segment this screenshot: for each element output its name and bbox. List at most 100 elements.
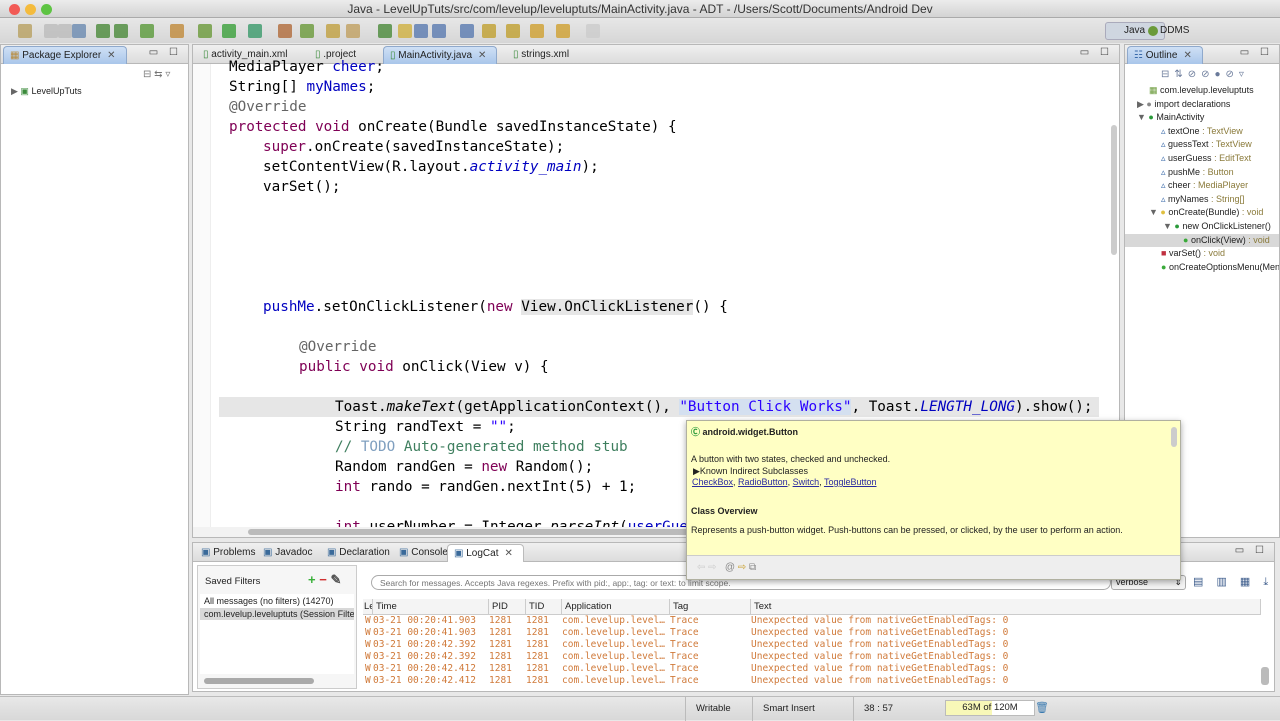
expand-arrow-icon[interactable]: ▼ <box>1137 112 1148 122</box>
toolbar-button-icon[interactable] <box>460 24 474 38</box>
javadoc-icon[interactable]: @ <box>725 562 735 573</box>
link-radiobutton[interactable]: RadioButton <box>738 477 788 487</box>
outline-item[interactable]: ▦ com.levelup.leveluptuts <box>1149 84 1279 97</box>
column-header-tag[interactable]: Tag <box>670 599 751 615</box>
view-window-buttons[interactable]: ▭ ☐ <box>1240 47 1273 58</box>
log-row[interactable]: W 03-21 00:20:41.903 1281 1281 com.levelup.l… <box>363 627 1261 639</box>
view-window-buttons[interactable]: ▭ ☐ <box>149 47 182 58</box>
tab-problems[interactable]: ▣ Problems <box>195 544 265 562</box>
link-checkbox[interactable]: CheckBox <box>692 477 733 487</box>
log-row[interactable]: W 03-21 00:20:42.392 1281 1281 com.levelup.l… <box>363 639 1261 651</box>
toolbar-button-icon[interactable] <box>114 24 128 38</box>
toolbar-button-icon[interactable] <box>378 24 392 38</box>
heap-status[interactable]: 63M of 120M <box>945 700 1035 716</box>
expand-arrow-icon[interactable]: ▼ <box>1149 207 1160 217</box>
log-row[interactable]: W 03-21 00:20:41.903 1281 1281 com.levelup.l… <box>363 615 1261 627</box>
log-row[interactable]: W 03-21 00:20:42.392 1281 1281 com.levelup.l… <box>363 651 1261 663</box>
toolbar-button-icon[interactable] <box>300 24 314 38</box>
view-window-buttons[interactable]: ▭ ☐ <box>1235 545 1268 556</box>
outline-item[interactable]: ▵ textOne : TextView <box>1161 125 1279 138</box>
outline-item[interactable]: ▵ myNames : String[] <box>1161 193 1279 206</box>
outline-item[interactable]: ▼ ● MainActivity <box>1137 111 1279 124</box>
log-row[interactable]: W 03-21 00:20:42.412 1281 1281 com.levelup.l… <box>363 663 1261 675</box>
zoom-window-button[interactable] <box>41 4 52 15</box>
back-icon[interactable]: ⇦ ⇨ <box>697 562 717 573</box>
column-header-pid[interactable]: PID <box>489 599 526 615</box>
add-filter-icon[interactable]: + <box>308 572 316 587</box>
outline-item[interactable]: ● onClick(View) : void <box>1125 233 1279 247</box>
toolbar-button-icon[interactable] <box>198 24 212 38</box>
toolbar-button-icon[interactable] <box>506 24 520 38</box>
toolbar-button-icon[interactable] <box>170 24 184 38</box>
vertical-scroll-thumb[interactable] <box>1111 125 1117 255</box>
filter-item-session[interactable]: com.levelup.leveluptuts (Session Filter) <box>200 608 354 620</box>
filters-scrollbar[interactable] <box>204 678 314 684</box>
log-row[interactable]: W 03-21 00:20:42.412 1281 1281 com.levelup.l… <box>363 675 1261 687</box>
toolbar-button-icon[interactable] <box>482 24 496 38</box>
column-header-level[interactable]: Level <box>363 599 373 615</box>
code-line: pushMe.setOnClickListener(new View.OnCli… <box>263 297 728 317</box>
collapse-link-icons[interactable]: ⊟ ⇆ ▿ <box>143 69 170 80</box>
tab-declaration[interactable]: ▣ Declaration <box>321 544 400 562</box>
outline-item[interactable]: ▵ userGuess : EditText <box>1161 152 1279 165</box>
close-window-button[interactable] <box>9 4 20 15</box>
toolbar-button-icon[interactable] <box>326 24 340 38</box>
toolbar-button-icon[interactable] <box>222 24 236 38</box>
toolbar-button-icon[interactable] <box>586 24 600 38</box>
outline-item[interactable]: ▼ ● onCreate(Bundle) : void <box>1149 206 1279 219</box>
popup-scrollbar[interactable] <box>1171 427 1177 447</box>
column-header-application[interactable]: Application <box>562 599 670 615</box>
column-header-time[interactable]: Time <box>373 599 489 615</box>
expand-arrow-icon[interactable]: ▶ <box>11 86 20 96</box>
outline-item[interactable]: ▶ ● import declarations <box>1137 98 1279 111</box>
remove-filter-icon[interactable]: − <box>319 572 327 587</box>
disclosure-triangle-icon[interactable]: ▶ <box>693 466 700 476</box>
toolbar-button-icon[interactable] <box>530 24 544 38</box>
expand-arrow-icon[interactable]: ▼ <box>1163 221 1174 231</box>
toolbar-button-icon[interactable] <box>18 24 32 38</box>
link-togglebutton[interactable]: ToggleButton <box>824 477 877 487</box>
toolbar-button-icon[interactable] <box>72 24 86 38</box>
tab-javadoc[interactable]: ▣ Javadoc <box>257 544 322 562</box>
outline-toolbar-icons[interactable]: ⊟⇅⊘⊘●⊘▿ <box>1161 69 1249 80</box>
outline-item[interactable]: ▵ guessText : TextView <box>1161 138 1279 151</box>
outline-item[interactable]: ▼ ● new OnClickListener() <box>1163 220 1279 233</box>
tab-logcat[interactable]: ▣ LogCat ✕ <box>447 544 524 562</box>
garbage-collect-icon[interactable]: 🗑 <box>1035 701 1049 714</box>
outline-item-type: : void <box>1239 207 1264 218</box>
column-header-tid[interactable]: TID <box>526 599 562 615</box>
logcat-toolbar-icons[interactable]: ▤ ▥ ▦ ⤓ <box>1193 575 1273 589</box>
close-icon[interactable]: ✕ <box>504 548 512 559</box>
filter-item-all[interactable]: All messages (no filters) (14270) <box>200 594 354 608</box>
code-token: activity_main <box>469 159 582 175</box>
outline-item[interactable]: ▵ cheer : MediaPlayer <box>1161 179 1279 192</box>
toolbar-button-icon[interactable] <box>556 24 570 38</box>
toolbar-button-icon[interactable] <box>96 24 110 38</box>
close-icon[interactable]: ✕ <box>107 50 115 61</box>
toolbar-button-icon[interactable] <box>432 24 446 38</box>
open-external-icon[interactable]: ⧉ <box>749 562 756 573</box>
toolbar-button-icon[interactable] <box>414 24 428 38</box>
toolbar-button-icon[interactable] <box>278 24 292 38</box>
outline-item[interactable]: ■ varSet() : void <box>1161 247 1279 260</box>
minimize-window-button[interactable] <box>25 4 36 15</box>
outline-item[interactable]: ▵ pushMe : Button <box>1161 166 1279 179</box>
edit-filter-icon[interactable]: ✎ <box>330 572 341 587</box>
toolbar-button-icon[interactable] <box>140 24 154 38</box>
tab-package-explorer[interactable]: ▦ Package Explorer ✕ <box>3 46 127 64</box>
toolbar-button-icon[interactable] <box>58 24 72 38</box>
column-header-text[interactable]: Text <box>751 599 1261 615</box>
ddms-perspective-button[interactable]: DDMS <box>1148 22 1194 40</box>
toolbar-button-icon[interactable] <box>346 24 360 38</box>
tree-item-project[interactable]: ▶ ▣ LevelUpTuts <box>11 86 82 97</box>
toolbar-button-icon[interactable] <box>398 24 412 38</box>
expand-arrow-icon[interactable]: ▶ <box>1137 99 1146 109</box>
toolbar-button-icon[interactable] <box>248 24 262 38</box>
close-icon[interactable]: ✕ <box>1183 50 1191 61</box>
tab-outline[interactable]: ☷ Outline ✕ <box>1127 46 1203 64</box>
open-declaration-icon[interactable]: ⇨ <box>738 562 746 573</box>
log-scrollbar[interactable] <box>1261 615 1269 687</box>
outline-item[interactable]: ● onCreateOptionsMenu(Menu) <box>1161 261 1279 274</box>
link-switch[interactable]: Switch <box>793 477 820 487</box>
toolbar-button-icon[interactable] <box>44 24 58 38</box>
